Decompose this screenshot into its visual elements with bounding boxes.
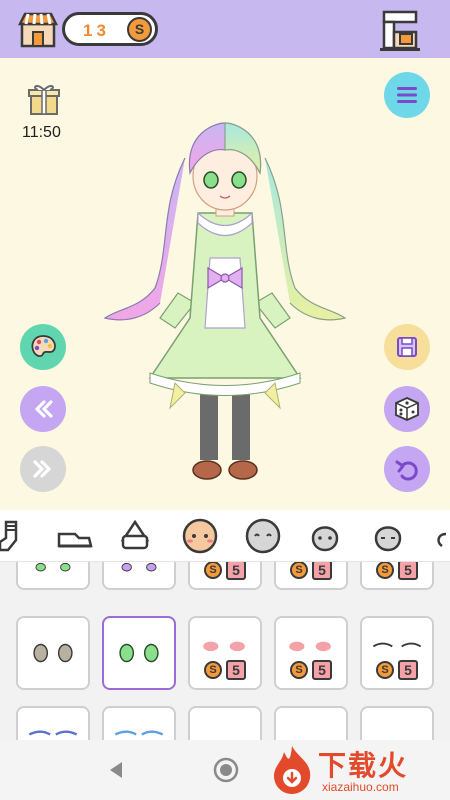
rewind-icon [35,400,53,418]
gift-icon[interactable] [26,80,62,116]
clock-label: 11:50 [22,124,61,141]
face-icon[interactable] [180,516,220,556]
price-tag: S 5 [290,562,332,580]
item-grid: S 5 S 5 S 5 S 5 S 5 S 5 [0,562,450,740]
face-outline-icon[interactable] [243,516,283,556]
undo-icon [395,460,418,481]
menu-icon [397,87,417,103]
grid-item-locked[interactable] [360,706,434,740]
grid-item-locked[interactable] [188,706,262,740]
eyes-preview-icon [33,643,73,663]
grid-item-selected[interactable] [102,616,176,690]
price-label: 5 [398,562,418,580]
watermark-title: 下载火 [318,750,409,781]
partial-icon[interactable] [432,516,450,556]
price-label: 5 [312,562,332,580]
price-label: 5 [312,660,332,680]
back-icon[interactable] [104,758,128,782]
coin-icon: S [204,562,222,579]
price-tag: S 5 [290,660,332,680]
price-tag: S 5 [204,660,246,680]
bag-icon[interactable] [115,516,155,556]
save-icon [397,337,417,357]
rewind-button[interactable] [20,386,66,432]
grid-item[interactable] [102,706,176,740]
coin-icon: S [290,661,308,679]
eyes-preview-icon [119,643,159,663]
dice-icon [395,397,419,421]
menu-button[interactable] [384,72,430,118]
palette-icon [31,335,56,357]
coin-icon: S [204,661,222,679]
grid-item-locked[interactable]: S 5 [188,616,262,690]
price-label: 5 [398,660,418,680]
grid-item-locked[interactable]: S 5 [360,616,434,690]
fast-forward-button[interactable] [20,446,66,492]
palette-button[interactable] [20,324,66,370]
coin-icon: S [290,562,308,579]
eyes-preview-icon [114,730,164,736]
price-tag: S 5 [204,562,246,580]
character-doll [103,122,347,480]
price-tag: S 5 [376,562,418,580]
grid-item-locked[interactable]: S 5 [188,562,262,590]
grid-item-locked[interactable]: S 5 [274,616,348,690]
grid-item[interactable] [16,706,90,740]
eyes-preview-icon [35,562,71,572]
top-bar: 13 S [0,0,450,58]
price-label: 5 [226,562,246,580]
sock-icon[interactable] [0,516,32,556]
coffee-machine-icon[interactable] [378,8,422,52]
eyes-preview-icon [28,730,78,736]
eyes-preview-icon [121,562,157,572]
dice-button[interactable] [384,386,430,432]
home-icon[interactable] [212,756,240,784]
coin-icon: S [127,17,152,42]
coin-icon: S [376,661,394,679]
price-label: 5 [226,660,246,680]
coin-icon: S [376,562,394,579]
save-button[interactable] [384,324,430,370]
coin-counter[interactable]: 13 S [62,12,158,46]
watermark: 下载火 xiazaihuo.com [268,742,448,798]
grid-item[interactable] [102,562,176,590]
grid-item[interactable] [16,562,90,590]
grid-item[interactable] [16,616,90,690]
grid-item-locked[interactable] [274,706,348,740]
grid-item-locked[interactable]: S 5 [360,562,434,590]
head-icon[interactable] [305,516,345,556]
flame-logo-icon [274,746,311,794]
grid-item-locked[interactable]: S 5 [274,562,348,590]
shop-icon[interactable] [18,10,58,50]
shoe-icon[interactable] [55,516,95,556]
undo-button[interactable] [384,446,430,492]
category-tabs [0,510,450,562]
fast-forward-icon [33,460,51,478]
coin-count: 13 [83,21,110,40]
head-outline-icon[interactable] [368,516,408,556]
watermark-url: xiazaihuo.com [322,780,399,794]
price-tag: S 5 [376,660,418,680]
